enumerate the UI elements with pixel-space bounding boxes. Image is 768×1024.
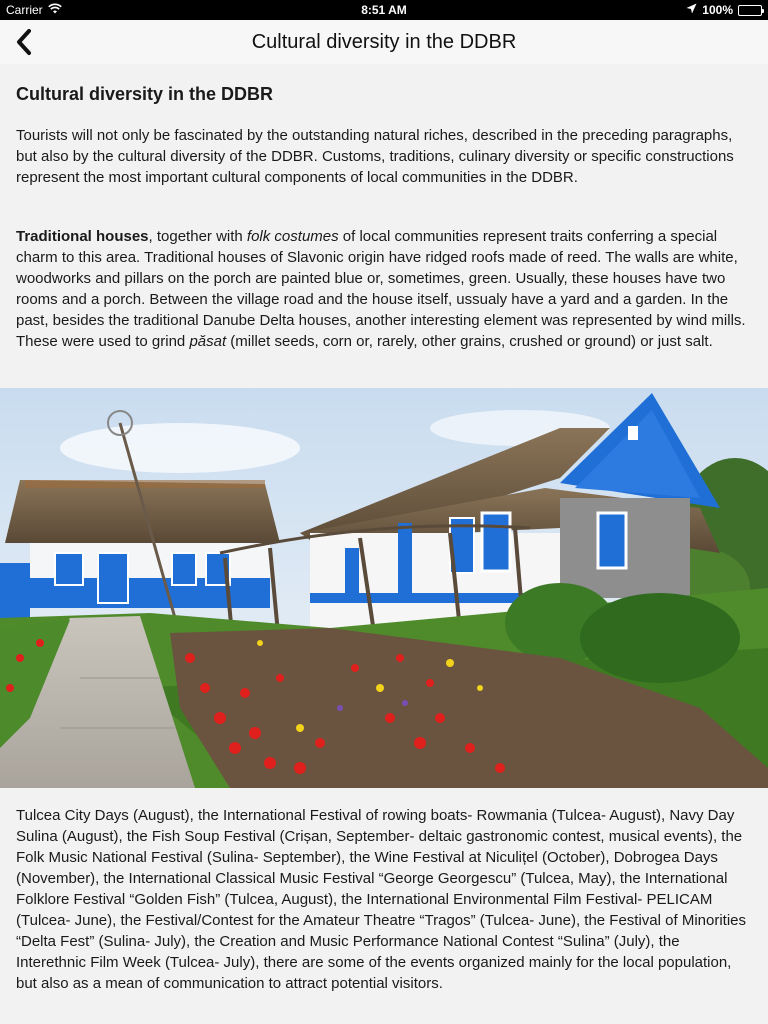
intro-paragraph: Tourists will not only be fascinated by …: [16, 127, 734, 186]
article-heading: Cultural diversity in the DDBR: [16, 84, 274, 104]
bold-lead: Traditional houses: [16, 228, 149, 245]
text-b: of local communities represent traits co…: [16, 228, 746, 350]
status-right-group: 100%: [686, 3, 764, 17]
battery-percent: 100%: [702, 3, 733, 17]
location-arrow-icon: [686, 3, 697, 17]
status-time: 8:51 AM: [361, 3, 407, 17]
battery-icon: [738, 4, 764, 16]
text-a: , together with: [148, 228, 247, 245]
italic-folk-costumes: folk costumes: [246, 228, 339, 245]
italic-pasat: păsat: [189, 333, 227, 350]
status-bar: Carrier 8:51 AM 100%: [0, 0, 768, 20]
nav-title: Cultural diversity in the DDBR: [251, 31, 517, 53]
traditional-houses-paragraph: Traditional houses, together with folk c…: [16, 226, 746, 352]
traditional-houses-photo: [0, 388, 768, 788]
article-content[interactable]: Cultural diversity in the DDBR Tourists …: [0, 64, 768, 1024]
navigation-bar: Cultural diversity in the DDBR: [0, 20, 768, 64]
festivals-paragraph: Tulcea City Days (August), the Internati…: [16, 807, 747, 992]
text-c: (millet seeds, corn or, rarely, other gr…: [226, 333, 713, 350]
